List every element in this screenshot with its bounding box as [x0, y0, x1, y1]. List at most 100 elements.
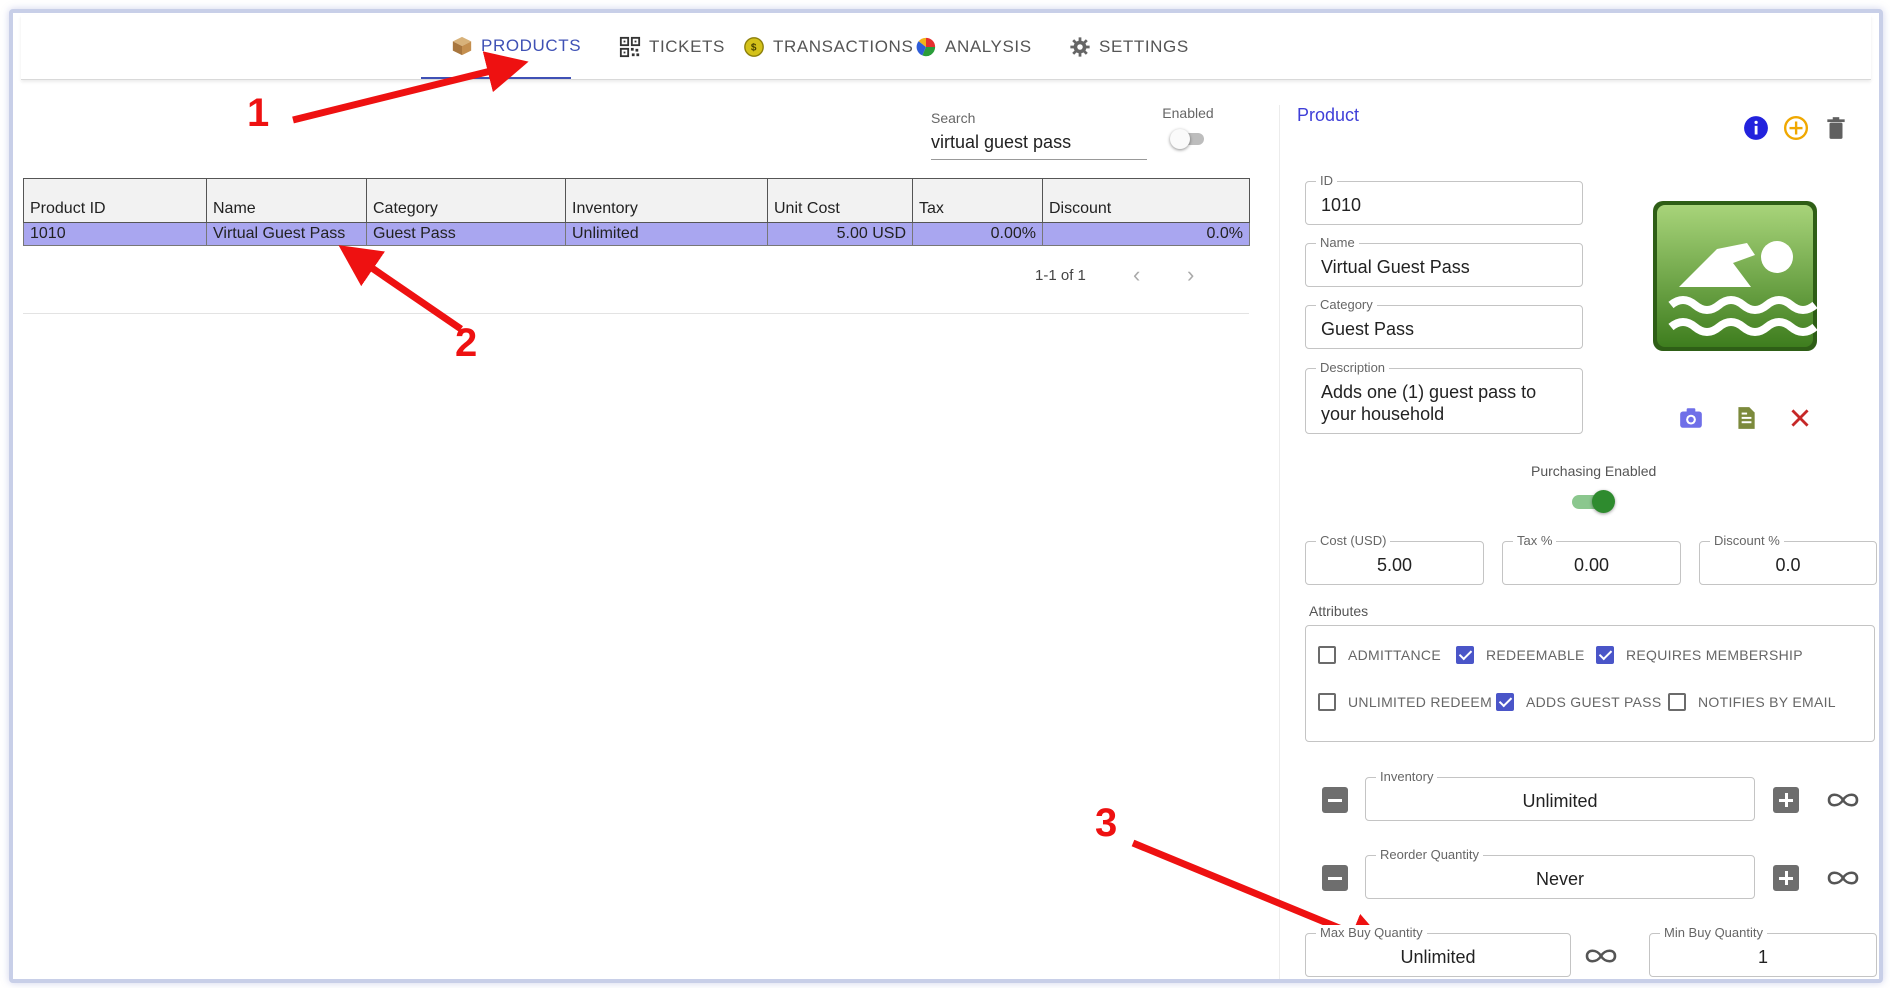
annotation-3: 3 [1095, 801, 1118, 845]
swimming-icon [1653, 201, 1818, 351]
panel-divider [1279, 105, 1280, 979]
cost-field-value: 5.00 [1376, 555, 1413, 575]
checkbox-admittance[interactable]: ADMITTANCE [1318, 646, 1441, 664]
purchasing-toggle-knob [1592, 490, 1615, 513]
tab-products[interactable]: PRODUCTS [421, 15, 581, 79]
checkbox-adds-guest-pass[interactable]: ADDS GUEST PASS [1496, 693, 1661, 711]
category-field-value: Guest Pass [1321, 319, 1415, 339]
column-header-unit-cost[interactable]: Unit Cost [767, 178, 913, 223]
document-icon[interactable] [1733, 405, 1759, 431]
trash-icon[interactable] [1823, 115, 1849, 141]
svg-text:$: $ [751, 43, 757, 54]
checkbox-unlimited-redeem[interactable]: UNLIMITED REDEEM [1318, 693, 1492, 711]
tab-settings[interactable]: SETTINGS [1039, 15, 1219, 79]
info-icon[interactable] [1743, 115, 1769, 141]
plus-icon [1779, 871, 1793, 885]
reorder-decrement-button[interactable] [1322, 865, 1348, 891]
tab-analysis-label: ANALYSIS [945, 37, 1032, 56]
checkbox-redeemable[interactable]: REDEEMABLE [1456, 646, 1585, 664]
cell-unit-cost: 5.00 USD [767, 222, 913, 246]
add-circle-icon[interactable] [1783, 115, 1809, 141]
checkbox-redeemable-label: REDEEMABLE [1486, 647, 1585, 663]
search-label: Search [931, 110, 976, 126]
max-buy-quantity-value: Unlimited [1400, 947, 1476, 967]
products-table: Product ID Name Category Inventory Unit … [23, 178, 1250, 246]
tax-field-value: 0.00 [1573, 555, 1610, 575]
next-page-button[interactable]: › [1187, 264, 1194, 286]
package-icon [452, 36, 472, 56]
enabled-toggle[interactable] [1170, 129, 1206, 149]
enabled-filter: Enabled [1156, 105, 1220, 149]
annotation-1: 1 [247, 91, 270, 135]
checkbox-requires-membership-label: REQUIRES MEMBERSHIP [1626, 647, 1803, 663]
enabled-label: Enabled [1162, 105, 1214, 121]
inventory-field-value: Unlimited [1522, 791, 1598, 811]
checkbox-adds-guest-pass-label: ADDS GUEST PASS [1526, 694, 1662, 710]
inventory-decrement-button[interactable] [1322, 787, 1348, 813]
coin-icon: $ [744, 37, 764, 57]
tab-products-label: PRODUCTS [481, 36, 582, 55]
prev-page-button[interactable]: ‹ [1133, 264, 1140, 286]
close-icon[interactable] [1787, 405, 1813, 431]
tax-field[interactable]: Tax % 0.00 [1502, 533, 1681, 585]
column-header-category[interactable]: Category [366, 178, 566, 223]
cell-tax: 0.00% [912, 222, 1043, 246]
category-field[interactable]: Category Guest Pass [1305, 297, 1583, 349]
min-buy-quantity-label: Min Buy Quantity [1660, 925, 1767, 940]
cost-field[interactable]: Cost (USD) 5.00 [1305, 533, 1484, 585]
id-field[interactable]: ID 1010 [1305, 173, 1583, 225]
max-buy-quantity-field[interactable]: Max Buy Quantity Unlimited [1305, 925, 1571, 977]
table-row[interactable]: 1010 Virtual Guest Pass Guest Pass Unlim… [23, 222, 1250, 246]
attributes-label: Attributes [1309, 603, 1369, 619]
plus-icon [1779, 793, 1793, 807]
infinity-icon[interactable] [1825, 867, 1861, 889]
reorder-quantity-value: Never [1535, 869, 1584, 889]
name-field-label: Name [1316, 235, 1359, 250]
checkbox-notifies-by-email[interactable]: NOTIFIES BY EMAIL [1668, 693, 1836, 711]
column-header-tax[interactable]: Tax [912, 178, 1043, 223]
checkbox-adds-guest-pass-box [1496, 693, 1514, 711]
category-field-label: Category [1316, 297, 1377, 312]
id-field-value: 1010 [1321, 195, 1362, 215]
checkbox-notifies-by-email-label: NOTIFIES BY EMAIL [1698, 694, 1836, 710]
checkbox-requires-membership[interactable]: REQUIRES MEMBERSHIP [1596, 646, 1803, 664]
reorder-quantity-label: Reorder Quantity [1376, 847, 1483, 862]
checkbox-unlimited-redeem-box [1318, 693, 1336, 711]
column-header-discount[interactable]: Discount [1042, 178, 1250, 223]
tab-analysis[interactable]: ANALYSIS [885, 15, 1062, 79]
name-field-value: Virtual Guest Pass [1321, 257, 1470, 277]
attributes-group: ADMITTANCE REDEEMABLE REQUIRES MEMBERSHI… [1305, 625, 1875, 742]
cell-category: Guest Pass [366, 222, 566, 246]
inventory-increment-button[interactable] [1773, 787, 1799, 813]
max-buy-quantity-label: Max Buy Quantity [1316, 925, 1427, 940]
column-header-name[interactable]: Name [206, 178, 367, 223]
cell-discount: 0.0% [1042, 222, 1250, 246]
top-nav: PRODUCTS TICKETS $ TRANSACTIONS ANALYSIS… [21, 15, 1871, 80]
column-header-inventory[interactable]: Inventory [565, 178, 768, 223]
checkbox-notifies-by-email-box [1668, 693, 1686, 711]
checkbox-admittance-label: ADMITTANCE [1348, 647, 1441, 663]
camera-icon[interactable] [1678, 405, 1704, 431]
description-field-label: Description [1316, 360, 1390, 375]
inventory-field[interactable]: Inventory Unlimited [1365, 769, 1755, 821]
infinity-icon[interactable] [1583, 945, 1619, 967]
discount-field-label: Discount % [1710, 533, 1784, 548]
reorder-increment-button[interactable] [1773, 865, 1799, 891]
product-panel-title: Product [1297, 105, 1360, 125]
qr-code-icon [619, 36, 641, 58]
infinity-icon[interactable] [1825, 789, 1861, 811]
column-header-product-id[interactable]: Product ID [23, 178, 207, 223]
search-input[interactable] [931, 130, 1147, 160]
gear-icon [1070, 37, 1090, 57]
pagination-text: 1-1 of 1 [1035, 267, 1086, 284]
name-field[interactable]: Name Virtual Guest Pass [1305, 235, 1583, 287]
reorder-quantity-field[interactable]: Reorder Quantity Never [1365, 847, 1755, 899]
id-field-label: ID [1316, 173, 1337, 188]
minus-icon [1328, 798, 1342, 802]
purchasing-enabled-toggle[interactable] [1570, 489, 1616, 515]
discount-field-value: 0.0 [1775, 555, 1801, 575]
product-image [1649, 195, 1821, 363]
min-buy-quantity-field[interactable]: Min Buy Quantity 1 [1649, 925, 1877, 977]
description-field[interactable]: Description Adds one (1) guest pass to y… [1305, 360, 1583, 434]
discount-field[interactable]: Discount % 0.0 [1699, 533, 1877, 585]
